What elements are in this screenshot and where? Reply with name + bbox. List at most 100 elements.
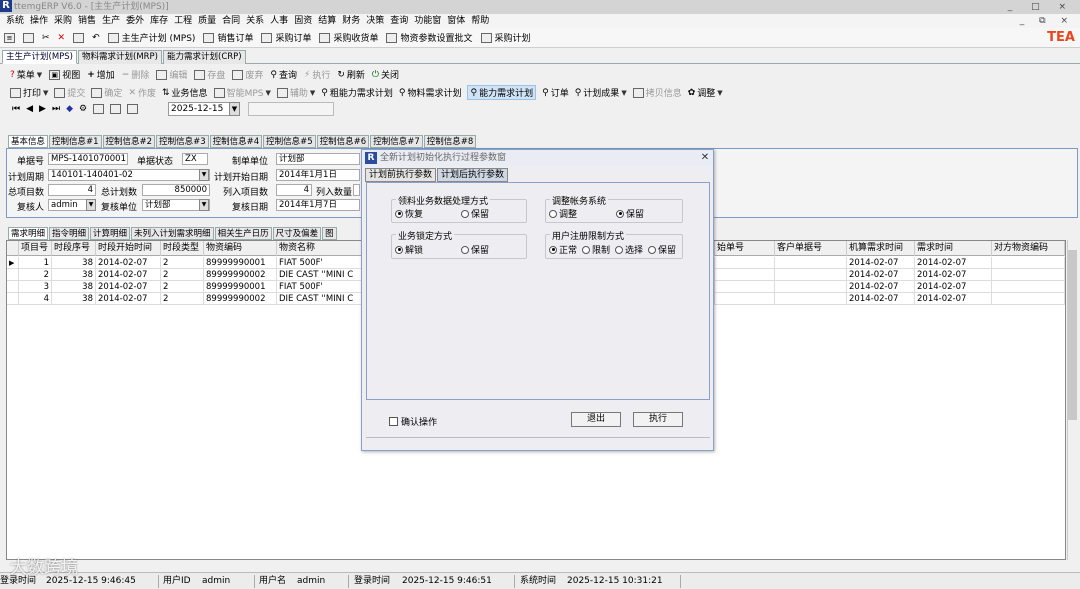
copy-icon[interactable] <box>23 32 34 43</box>
menu-item[interactable]: 结算 <box>318 14 336 28</box>
menu-item[interactable]: 关系 <box>246 14 264 28</box>
order-button[interactable]: ⚲ 订单 <box>542 86 569 100</box>
view-button[interactable]: ▣ 视图 <box>49 68 80 81</box>
print-button[interactable]: 打印 ▼ <box>10 86 48 99</box>
material-keep-radio[interactable]: 保留 <box>461 207 489 220</box>
control-tab[interactable]: 控制信息#6 <box>316 135 370 148</box>
listed-qty-field[interactable] <box>353 184 360 196</box>
confirm-operation-checkbox[interactable]: 确认操作 <box>389 415 437 428</box>
total-items-field[interactable]: 4 <box>48 184 96 196</box>
query-button[interactable]: ⚲ 查询 <box>270 68 297 82</box>
refresh-button[interactable]: ↻ 刷新 <box>337 68 365 82</box>
control-tab[interactable]: 控制信息#8 <box>423 135 477 148</box>
reviewer-dropdown-icon[interactable]: ▼ <box>86 199 96 211</box>
unit-field[interactable]: 计划部 <box>276 153 360 165</box>
detail-tab[interactable]: 计算明细 <box>90 227 131 240</box>
review-unit-dropdown-icon[interactable]: ▼ <box>199 199 209 211</box>
dialog-tab[interactable]: 计划后执行参数 <box>437 168 509 182</box>
detail-tab[interactable]: 未列入计划需求明细 <box>131 227 214 240</box>
review-date-field[interactable]: 2014年1月7日 <box>276 199 360 211</box>
undo-icon[interactable]: ↶ <box>92 33 100 43</box>
capacity-req-button[interactable]: ⚲ 能力需求计划 <box>467 85 537 100</box>
period-dropdown-icon[interactable]: ▼ <box>199 169 209 181</box>
detail-tab[interactable]: 需求明细 <box>8 227 49 240</box>
menu-item[interactable]: 生产 <box>102 14 120 28</box>
last-record-icon[interactable]: ⏭ <box>52 104 60 114</box>
start-date-field[interactable]: 2014年1月1日 <box>276 169 360 181</box>
filter-icon[interactable]: ⚙ <box>79 104 87 114</box>
tag-icon[interactable]: ◆ <box>66 104 73 114</box>
control-tab[interactable]: 控制信息#2 <box>102 135 156 148</box>
menu-item[interactable]: 决策 <box>366 14 384 28</box>
adjust-button[interactable]: ✿ 调整 ▼ <box>688 86 723 100</box>
dialog-execute-button[interactable]: 执行 <box>633 412 683 427</box>
module-tab[interactable]: 能力需求计划(CRP) <box>163 50 246 64</box>
control-tab[interactable]: 控制信息#5 <box>263 135 316 148</box>
control-tab[interactable]: 控制信息#3 <box>156 135 209 148</box>
dialog-tab[interactable]: 计划前执行参数 <box>365 168 437 182</box>
menu-item[interactable]: 功能窗 <box>414 14 441 28</box>
menu-item[interactable]: 系统 <box>6 14 24 28</box>
plan-result-button[interactable]: ⚲ 计划成果 ▼ <box>575 86 627 100</box>
restrict-select-radio[interactable]: 选择 <box>615 243 643 256</box>
listed-items-field[interactable]: 4 <box>276 184 312 196</box>
confirm-button[interactable]: 确定 <box>91 86 122 99</box>
save-button[interactable]: 存盘 <box>194 68 225 81</box>
doc-no-field[interactable]: MPS-1401070001 <box>48 153 128 165</box>
menu-item[interactable]: 人事 <box>270 14 288 28</box>
assist-button[interactable]: 辅助 ▼ <box>276 86 315 99</box>
status-field[interactable]: ZX <box>182 153 208 165</box>
menu-item[interactable]: 合同 <box>222 14 240 28</box>
quick-toolbar-item[interactable]: 销售订单 <box>203 31 253 44</box>
delete-button[interactable]: − 删除 <box>122 68 150 82</box>
paste-icon[interactable] <box>73 32 85 43</box>
submit-button[interactable]: 提交 <box>54 86 85 99</box>
blank-field[interactable] <box>248 102 334 116</box>
menu-item[interactable]: 质量 <box>198 14 216 28</box>
lock-keep-radio[interactable]: 保留 <box>461 243 489 256</box>
window-controls[interactable]: _ □ × <box>1008 0 1074 14</box>
menu-item[interactable]: 工程 <box>174 14 192 28</box>
menu-item[interactable]: 操作 <box>30 14 48 28</box>
restrict-limit-radio[interactable]: 限制 <box>582 243 610 256</box>
restrict-keep-radio[interactable]: 保留 <box>648 243 676 256</box>
lock-unlock-radio[interactable]: 解锁 <box>395 243 423 256</box>
module-tab[interactable]: 主生产计划(MPS) <box>2 50 77 64</box>
edit-button[interactable]: 编辑 <box>156 68 187 81</box>
exit-button[interactable]: 退出 <box>571 412 621 427</box>
period-select[interactable]: 140101-140401-02 <box>48 169 210 181</box>
menu-item[interactable]: 采购 <box>54 14 72 28</box>
copy-info-button[interactable]: 拷贝信息 <box>632 86 682 99</box>
account-keep-radio[interactable]: 保留 <box>616 207 644 220</box>
menu-item[interactable]: 查询 <box>390 14 408 28</box>
close-red-icon[interactable]: ✕ <box>58 33 66 43</box>
menu-item[interactable]: 库存 <box>150 14 168 28</box>
first-record-icon[interactable]: ⏮ <box>12 104 20 114</box>
menu-button[interactable]: ? 菜单 ▼ <box>10 68 42 82</box>
void-button[interactable]: ✕ 作废 <box>128 86 156 100</box>
export-icon[interactable] <box>110 104 122 114</box>
account-adjust-radio[interactable]: 调整 <box>549 207 577 220</box>
calendar-icon[interactable] <box>127 104 139 114</box>
menu-item[interactable]: 固资 <box>294 14 312 28</box>
quick-toolbar-item[interactable]: 采购计划 <box>480 31 531 44</box>
menu-item[interactable]: 销售 <box>78 14 96 28</box>
date-dropdown-icon[interactable]: ▼ <box>229 102 240 116</box>
close-button[interactable]: ⏻ 关闭 <box>372 68 399 82</box>
control-tab[interactable]: 控制信息#7 <box>370 135 423 148</box>
menu-item[interactable]: 委外 <box>126 14 144 28</box>
menu-item[interactable]: 财务 <box>342 14 360 28</box>
next-record-icon[interactable]: ▶ <box>39 104 46 114</box>
quick-toolbar-item[interactable]: 物资参数设置批文 <box>386 31 473 44</box>
module-tab[interactable]: 物料需求计划(MRP) <box>78 50 162 64</box>
scrollbar-thumb[interactable] <box>1068 250 1077 420</box>
quick-toolbar-item[interactable]: 采购订单 <box>261 31 311 44</box>
material-req-button[interactable]: ⚲ 物料需求计划 <box>399 86 462 100</box>
discard-button[interactable]: 废弃 <box>232 68 263 81</box>
control-tab[interactable]: 控制信息#4 <box>209 135 263 148</box>
rough-capacity-button[interactable]: ⚲ 粗能力需求计划 <box>321 86 393 100</box>
mdi-controls[interactable]: _ ⧉ × <box>1020 14 1074 28</box>
detail-tab[interactable]: 指令明细 <box>49 227 90 240</box>
prev-record-icon[interactable]: ◀ <box>26 104 33 114</box>
menu-item[interactable]: 帮助 <box>471 14 489 28</box>
